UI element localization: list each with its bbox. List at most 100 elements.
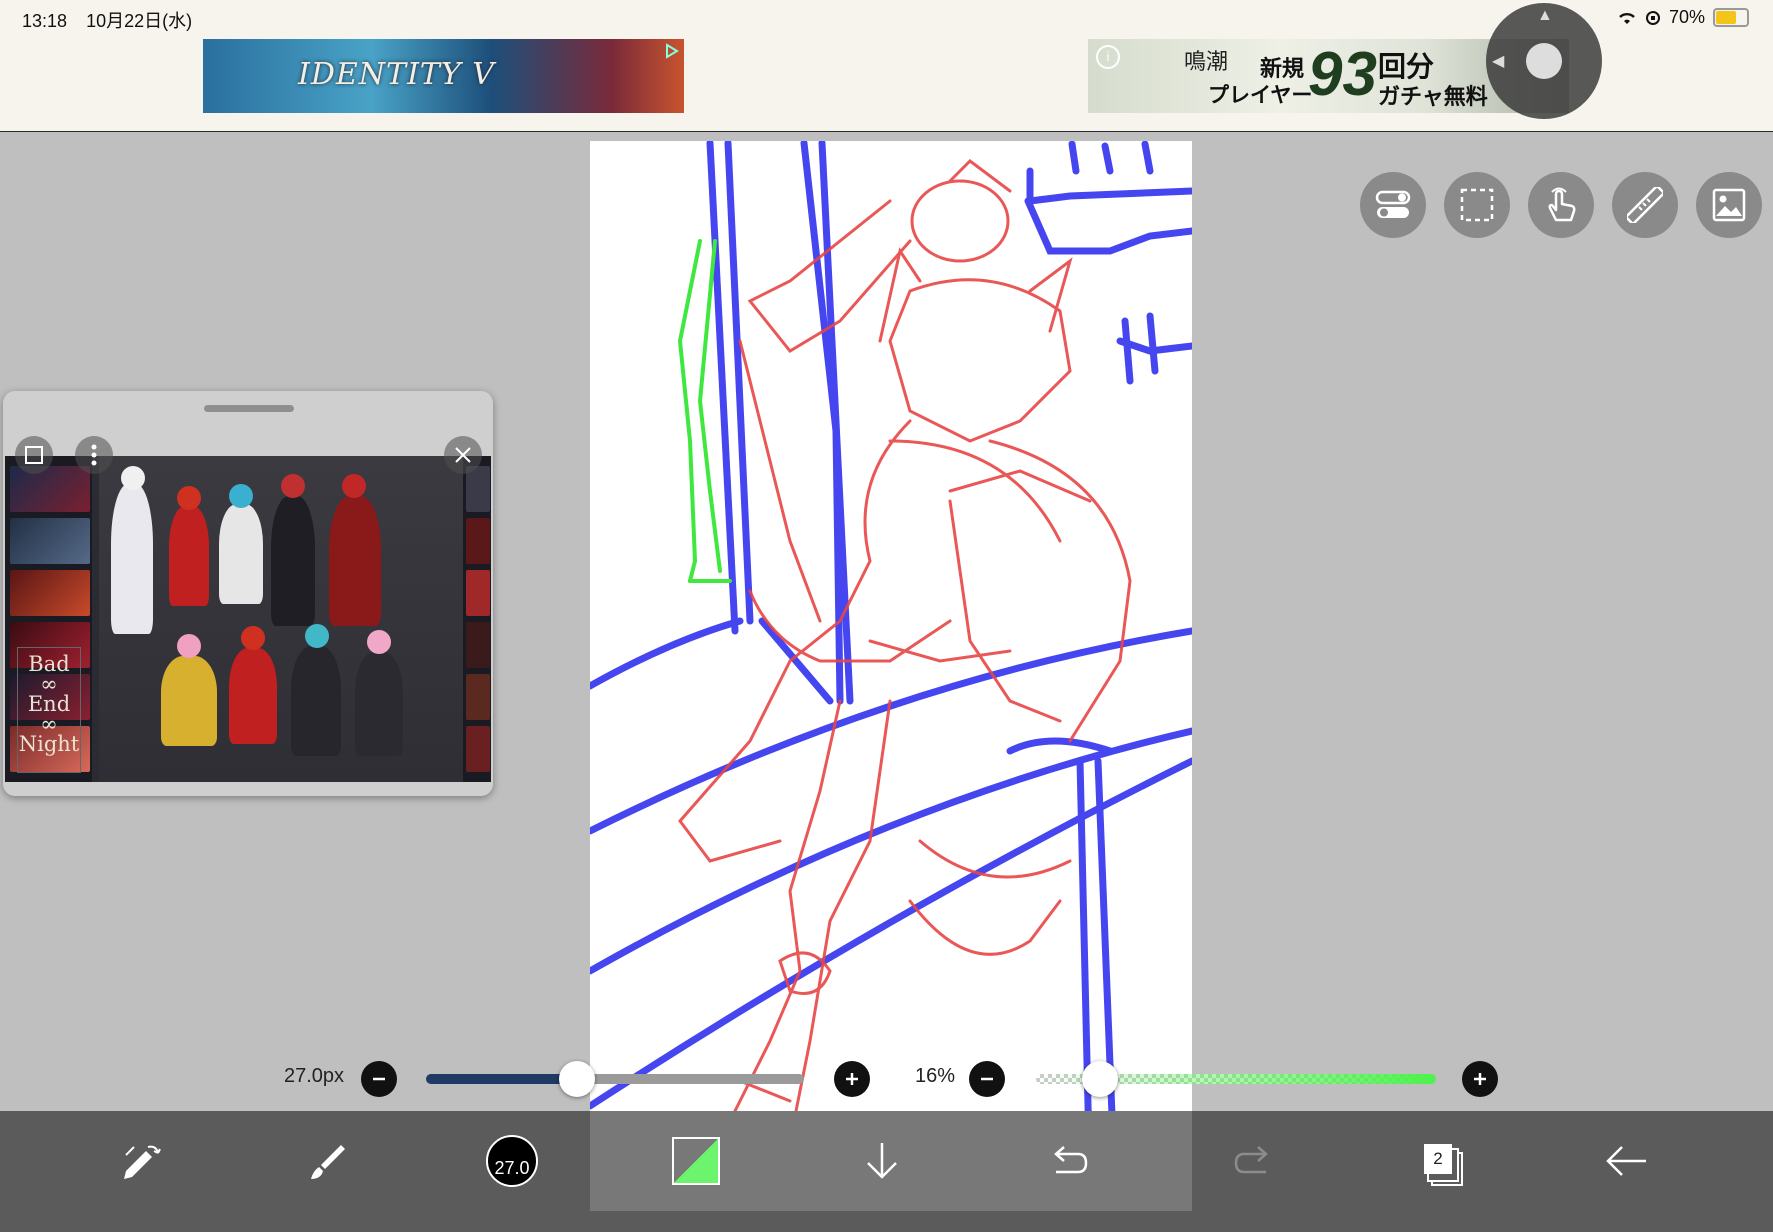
reference-fit-button[interactable] [15, 436, 53, 474]
ad-choices-icon[interactable] [664, 43, 680, 59]
arrow-left-icon: ◀ [1492, 53, 1505, 70]
image-icon [1712, 188, 1746, 222]
undo-icon [1054, 1146, 1088, 1174]
character-figure [229, 648, 277, 744]
back-button[interactable] [1576, 1111, 1676, 1211]
character-head [177, 634, 201, 658]
character-head [367, 630, 391, 654]
status-bar-left: 13:18 10月22日(水) [22, 7, 206, 33]
thumbnail [466, 726, 490, 772]
character-head [281, 474, 305, 498]
layers-button[interactable]: 2 [1390, 1111, 1490, 1211]
bottom-toolbar: 27.0 2 [0, 1111, 1773, 1232]
selection-button[interactable] [1444, 172, 1510, 238]
material-button[interactable] [1696, 172, 1762, 238]
status-time: 13:18 [22, 11, 68, 31]
color-picker-button[interactable] [646, 1111, 746, 1211]
pen-eraser-swap-icon [124, 1145, 161, 1179]
minus-icon [981, 1077, 993, 1081]
square-icon [25, 446, 43, 464]
assistive-touch-joystick[interactable]: ▲ ◀ [1486, 3, 1602, 119]
reference-image[interactable]: Bad ∞ End ∞ Night [5, 456, 491, 782]
thumbnail [10, 570, 90, 616]
character-head [121, 466, 145, 490]
thumbnail [466, 622, 490, 668]
ruler-button[interactable] [1612, 172, 1678, 238]
ruler-icon [1627, 187, 1663, 223]
close-icon [455, 447, 471, 463]
brush-size-slider[interactable] [426, 1074, 804, 1084]
drawing-canvas[interactable] [590, 141, 1192, 1211]
reference-main-art [99, 456, 463, 782]
reference-close-button[interactable] [444, 436, 482, 474]
brush-size-decrease-button[interactable] [361, 1061, 397, 1097]
ad-text-6: ガチャ無料 [1378, 84, 1488, 109]
character-figure [219, 504, 263, 604]
plus-icon [846, 1073, 858, 1085]
thumbnail [466, 466, 490, 512]
more-vertical-icon [91, 444, 97, 466]
reference-drag-handle[interactable] [204, 405, 294, 412]
ad-text-3: プレイヤー [1208, 84, 1313, 107]
reference-caption: Bad ∞ End ∞ Night [17, 647, 81, 773]
ad-text-4: 93 [1308, 40, 1377, 109]
undo-button[interactable] [1018, 1111, 1118, 1211]
character-figure [161, 656, 217, 746]
wifi-icon [1619, 12, 1635, 24]
brush-tool-button[interactable] [277, 1111, 377, 1211]
opacity-increase-button[interactable] [1462, 1061, 1498, 1097]
brush-size-label: 27.0px [284, 1065, 345, 1087]
character-figure [291, 646, 341, 756]
redo-button[interactable] [1204, 1111, 1304, 1211]
ad-banner-identity[interactable]: IDENTITY V [203, 39, 684, 113]
thumbnail [466, 674, 490, 720]
redo-icon [1234, 1146, 1268, 1174]
touch-mode-button[interactable] [1528, 172, 1594, 238]
character-figure [271, 496, 315, 626]
reference-thumb-strip-right [463, 456, 491, 782]
ad-title: IDENTITY V [298, 57, 495, 92]
orientation-lock-icon [1645, 10, 1660, 25]
brush-icon [311, 1145, 345, 1179]
layer-count: 2 [1424, 1144, 1452, 1174]
character-head [229, 484, 253, 508]
layers-icon: 2 [1421, 1142, 1463, 1186]
status-bar-right: 70% [1617, 7, 1749, 28]
toggle-icon [1375, 190, 1411, 218]
thumbnail [466, 518, 490, 564]
character-head [241, 626, 265, 650]
battery-icon [1713, 8, 1749, 27]
character-head [305, 624, 329, 648]
ad-text-1: 鳴潮 [1184, 49, 1229, 74]
arrow-left-icon [1606, 1146, 1646, 1176]
brush-size-increase-button[interactable] [834, 1061, 870, 1097]
move-down-button[interactable] [832, 1111, 932, 1211]
character-figure [355, 652, 403, 756]
current-color-swatch [672, 1137, 720, 1185]
marquee-select-icon [1460, 188, 1494, 222]
joystick-core[interactable] [1526, 43, 1562, 79]
reference-window[interactable]: Bad ∞ End ∞ Night [3, 391, 493, 796]
character-figure [329, 496, 381, 626]
arrow-up-icon: ▲ [1537, 7, 1553, 24]
character-figure [111, 484, 153, 634]
character-head [177, 486, 201, 510]
opacity-decrease-button[interactable] [969, 1061, 1005, 1097]
thumbnail [10, 466, 90, 512]
reference-menu-button[interactable] [75, 436, 113, 474]
tool-switch-button[interactable] [92, 1111, 192, 1211]
character-head [342, 474, 366, 498]
brush-size-tool-button[interactable]: 27.0 [462, 1111, 562, 1211]
ad-info-icon[interactable]: i [1096, 45, 1120, 69]
thumbnail [466, 570, 490, 616]
brush-size-slider-fill [426, 1074, 578, 1084]
settings-toggle-button[interactable] [1360, 172, 1426, 238]
thumbnail [10, 518, 90, 564]
brush-size-slider-thumb[interactable] [559, 1061, 596, 1097]
opacity-label: 16% [915, 1065, 956, 1087]
brush-size-indicator: 27.0 [486, 1135, 538, 1187]
sketch-artwork [590, 141, 1192, 1211]
opacity-slider-thumb[interactable] [1082, 1061, 1118, 1097]
battery-percent: 70% [1668, 7, 1705, 27]
hand-touch-icon [1548, 187, 1576, 222]
